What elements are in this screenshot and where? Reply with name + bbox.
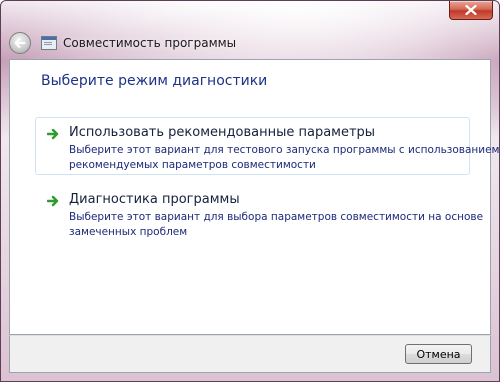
option-description-line2: рекомендуемых параметров совместимости: [69, 159, 316, 171]
page-heading: Выберите режим диагностики: [41, 73, 268, 89]
dialog-window: Совместимость программы Выберите режим д…: [0, 0, 500, 382]
back-button[interactable]: [9, 32, 31, 54]
back-arrow-icon: [14, 38, 26, 48]
option-use-recommended-settings[interactable]: Использовать рекомендованные параметры В…: [35, 117, 500, 175]
green-arrow-icon: [47, 195, 59, 207]
option-description-line1: Выберите этот вариант для выбора парамет…: [69, 211, 484, 223]
green-arrow-icon: [47, 128, 59, 140]
close-icon: [465, 5, 477, 15]
title-bar: Совместимость программы: [9, 31, 439, 55]
option-description-line2: замеченных проблем: [69, 226, 188, 238]
program-window-icon: [41, 36, 57, 50]
option-label: Использовать рекомендованные параметры: [69, 125, 376, 140]
window-title: Совместимость программы: [63, 36, 237, 50]
option-troubleshoot-program[interactable]: Диагностика программы Выберите этот вари…: [35, 184, 484, 238]
dialog-footer: Отмена: [9, 335, 491, 373]
cancel-button[interactable]: Отмена: [405, 344, 472, 364]
option-label: Диагностика программы: [69, 192, 240, 207]
option-description-line1: Выберите этот вариант для тестового запу…: [69, 144, 500, 156]
close-button[interactable]: [449, 1, 493, 20]
content-panel: Выберите режим диагностики Использовать …: [9, 59, 500, 335]
